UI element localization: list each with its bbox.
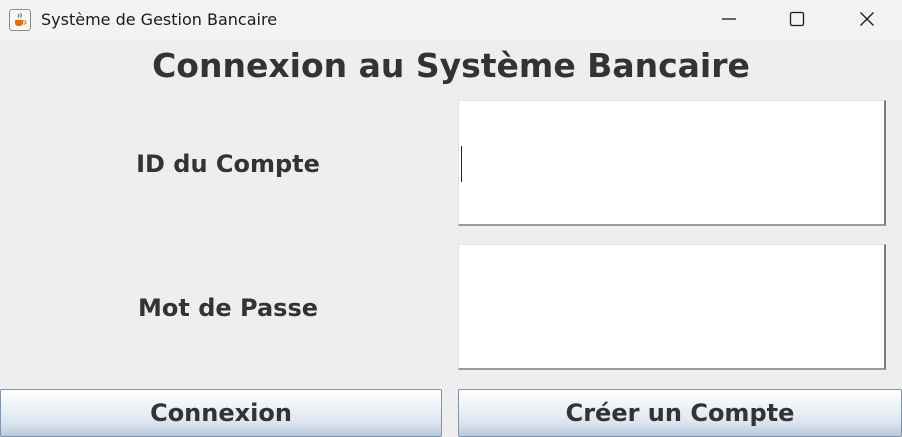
account-id-field[interactable] — [458, 100, 886, 226]
close-icon — [859, 11, 875, 31]
app-window: Système de Gestion Bancaire Connexion au… — [0, 0, 902, 437]
text-caret — [461, 146, 462, 182]
minimize-icon — [721, 11, 737, 31]
login-button[interactable]: Connexion — [0, 389, 442, 437]
password-field[interactable] — [458, 244, 886, 370]
account-id-label: ID du Compte — [136, 150, 320, 178]
close-button[interactable] — [834, 0, 900, 41]
create-account-button[interactable]: Créer un Compte — [458, 389, 902, 437]
minimize-button[interactable] — [696, 0, 762, 41]
page-title: Connexion au Système Bancaire — [152, 46, 750, 85]
title-bar[interactable]: Système de Gestion Bancaire — [0, 0, 902, 41]
password-label: Mot de Passe — [138, 294, 318, 322]
maximize-button[interactable] — [764, 0, 830, 41]
maximize-icon — [789, 11, 805, 31]
window-title: Système de Gestion Bancaire — [41, 10, 278, 29]
java-cup-icon — [9, 9, 31, 31]
